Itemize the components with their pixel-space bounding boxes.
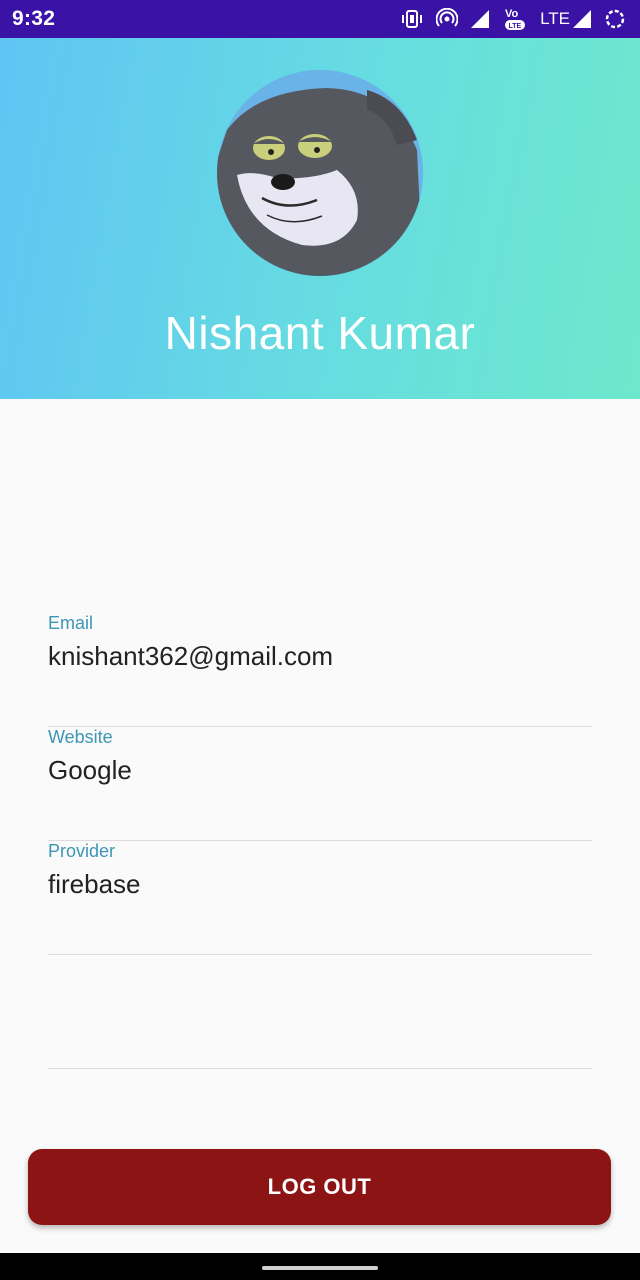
provider-field: Provider firebase xyxy=(48,841,592,955)
avatar[interactable] xyxy=(217,70,423,276)
svg-text:Vo: Vo xyxy=(505,8,519,20)
provider-label: Provider xyxy=(48,841,116,861)
website-label: Website xyxy=(48,727,113,747)
empty-field xyxy=(48,955,592,1069)
loading-ring-icon xyxy=(604,8,626,30)
signal-icon xyxy=(470,9,490,29)
navigation-bar xyxy=(0,1253,640,1280)
website-field: Website Google xyxy=(48,727,592,841)
signal-icon xyxy=(572,9,592,29)
provider-value: firebase xyxy=(48,869,141,899)
lte-signal-group: LTE xyxy=(540,5,592,33)
email-label: Email xyxy=(48,613,94,633)
email-value: knishant362@gmail.com xyxy=(48,641,334,671)
status-time: 9:32 xyxy=(12,7,56,30)
logout-button[interactable]: LOG OUT xyxy=(28,1149,611,1225)
home-gesture-handle[interactable] xyxy=(262,1266,378,1270)
profile-name: Nishant Kumar xyxy=(164,307,476,359)
volte-icon: Vo LTE xyxy=(502,6,528,32)
profile-header: Nishant Kumar xyxy=(0,38,640,399)
vibrate-icon xyxy=(400,9,424,29)
email-field: Email knishant362@gmail.com xyxy=(48,613,592,727)
website-value: Google xyxy=(48,755,132,785)
svg-text:LTE: LTE xyxy=(509,23,522,30)
status-bar: 9:32 Vo LTE LTE xyxy=(0,0,640,38)
status-icons: Vo LTE LTE xyxy=(400,5,626,33)
network-type-label: LTE xyxy=(540,9,570,28)
profile-screen: 9:32 Vo LTE LTE Nishant Kumar Email knis… xyxy=(0,0,640,1280)
hotspot-icon xyxy=(436,8,459,30)
